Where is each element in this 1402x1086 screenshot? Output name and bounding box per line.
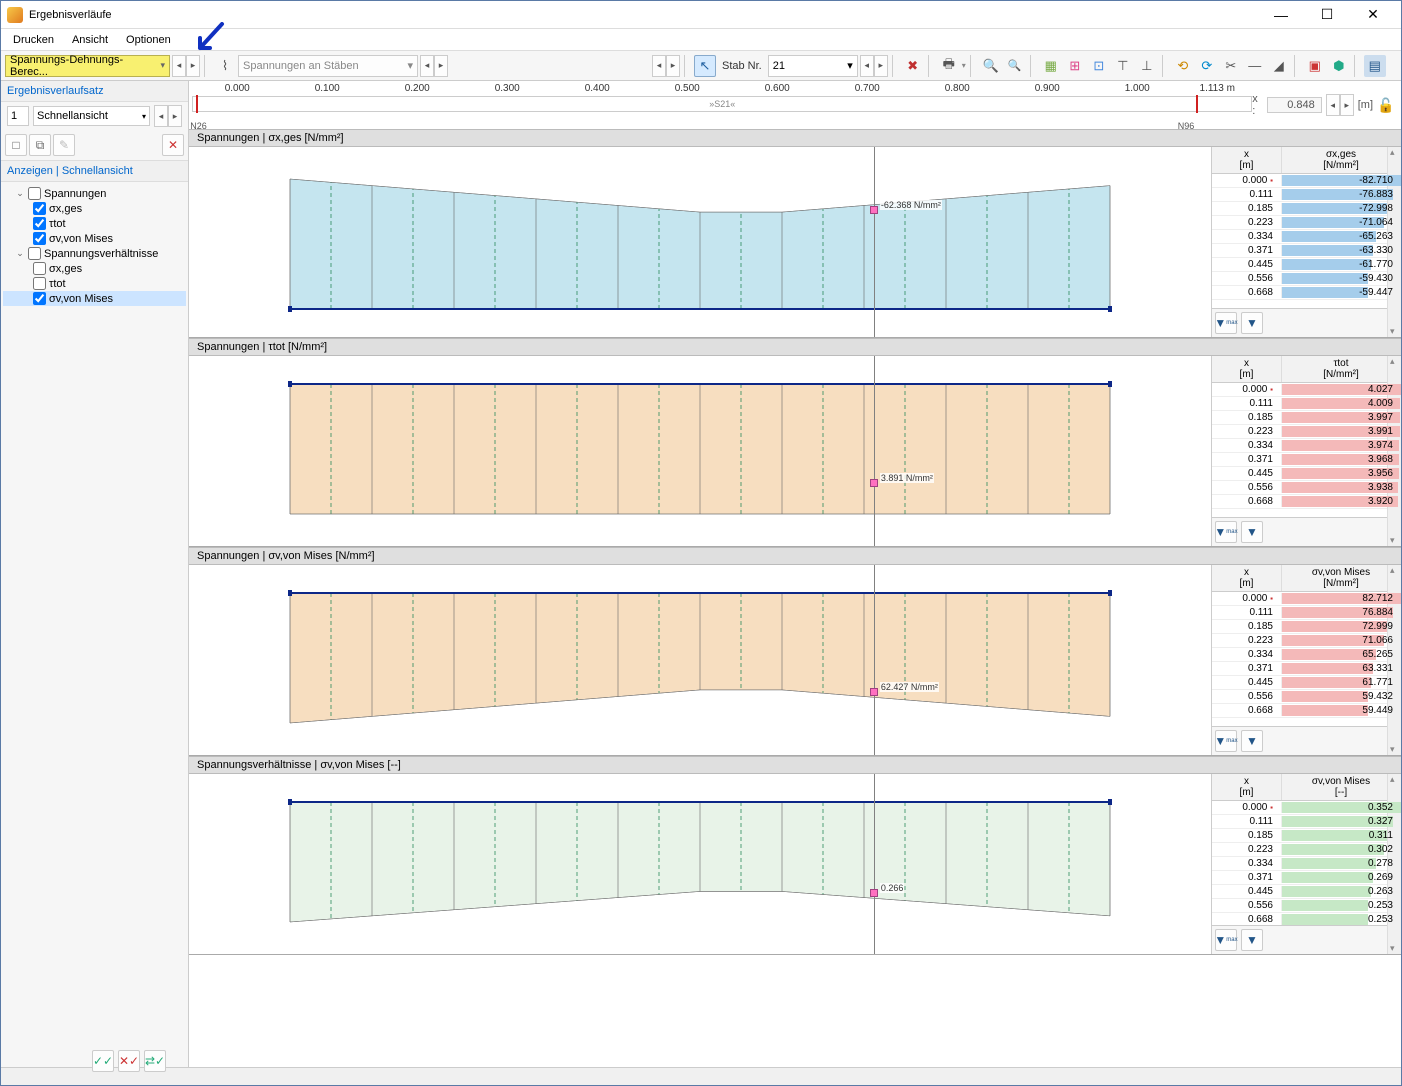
tool-13-icon[interactable]: ▤ (1364, 55, 1386, 77)
member-number-input[interactable]: 21▾ (768, 55, 858, 77)
main-toolbar: Spannungs-Dehnungs-Berec...▾ ◂▸ ⌇ Spannu… (1, 51, 1401, 81)
nav-prev1[interactable]: ◂ (172, 55, 186, 77)
tree-node[interactable]: ⌄ Spannungen (3, 186, 186, 201)
max-button[interactable]: ▼max (1215, 929, 1237, 951)
set-prev[interactable]: ◂ (154, 105, 168, 127)
tool-4-icon[interactable]: ⊤ (1112, 55, 1134, 77)
tool-9-icon[interactable]: — (1244, 55, 1266, 77)
data-table: x[m]σx,ges[N/mm²]0.000 ▪-82.7100.111-76.… (1211, 147, 1401, 337)
tree-node[interactable]: ⌄ Spannungsverhältnisse (3, 246, 186, 261)
chart[interactable]: 0.266 (189, 774, 1211, 954)
chart[interactable]: 3.891 N/mm² (189, 356, 1211, 546)
max-button[interactable]: ▼max (1215, 521, 1237, 543)
cx-prev[interactable]: ◂ (1326, 94, 1340, 116)
tool-11-icon[interactable]: ▣ (1304, 55, 1326, 77)
zoom-in-icon[interactable]: 🔍 (980, 55, 1002, 77)
data-table: x[m]σv,von Mises[N/mm²]0.000 ▪82.7120.11… (1211, 565, 1401, 755)
tool-6-icon[interactable]: ⟲ (1172, 55, 1194, 77)
panel-header: Spannungsverhältnisse | σv,von Mises [--… (189, 756, 1401, 774)
addon-combo[interactable]: Spannungs-Dehnungs-Berec...▾ (5, 55, 170, 77)
btm-1[interactable]: ✓✓ (92, 1050, 114, 1072)
nav-next2[interactable]: ▸ (434, 55, 448, 77)
set-number[interactable]: 1 (7, 106, 29, 126)
max-button[interactable]: ▼max (1215, 730, 1237, 752)
result-type-combo[interactable]: Spannungen an Stäben▾ (238, 55, 418, 77)
cx-next[interactable]: ▸ (1340, 94, 1354, 116)
content-area: 0.0000.1000.2000.3000.4000.5000.6000.700… (189, 81, 1401, 1067)
menu-drucken[interactable]: Drucken (5, 32, 62, 48)
btm-3[interactable]: ⇄✓ (144, 1050, 166, 1072)
close-button[interactable]: ✕ (1351, 2, 1395, 28)
panel-header: Spannungen | σx,ges [N/mm²] (189, 129, 1401, 147)
chart[interactable]: 62.427 N/mm² (189, 565, 1211, 755)
stab-label: Stab Nr. (718, 60, 766, 72)
zoom-out-icon[interactable]: 🔍 (1004, 55, 1026, 77)
panel-header: Spannungen | τtot [N/mm²] (189, 338, 1401, 356)
min-button[interactable]: — (1259, 2, 1303, 28)
tool-12-icon[interactable]: ⬢ (1328, 55, 1350, 77)
delete-icon[interactable]: ✖ (902, 55, 924, 77)
sbtn-edit[interactable]: ✎ (53, 134, 75, 156)
data-table: x[m]τtot[N/mm²]0.000 ▪4.0270.1114.0090.1… (1211, 356, 1401, 546)
sidebar: Ergebnisverlaufsatz 1 Schnellansicht▾ ◂▸… (1, 81, 189, 1067)
tool-5-icon[interactable]: ⊥ (1136, 55, 1158, 77)
tool-8-icon[interactable]: ✂ (1220, 55, 1242, 77)
app-icon (7, 7, 23, 23)
nav-prev4[interactable]: ◂ (860, 55, 874, 77)
tool-10-icon[interactable]: ◢ (1268, 55, 1290, 77)
sidebar-header-1: Ergebnisverlaufsatz (1, 81, 188, 102)
window-title: Ergebnisverläufe (29, 9, 112, 21)
max-button[interactable]: ☐ (1305, 2, 1349, 28)
cursor-x-value: 0.848 (1267, 97, 1322, 113)
tool-3-icon[interactable]: ⊡ (1088, 55, 1110, 77)
tool-2-icon[interactable]: ⊞ (1064, 55, 1086, 77)
max-button[interactable]: ▼max (1215, 312, 1237, 334)
filter-button[interactable]: ▼ (1241, 730, 1263, 752)
nav-next3[interactable]: ▸ (666, 55, 680, 77)
data-table: x[m]σv,von Mises[--]0.000 ▪0.3520.1110.3… (1211, 774, 1401, 954)
sbtn-delete[interactable]: ✕ (162, 134, 184, 156)
nav-next4[interactable]: ▸ (874, 55, 888, 77)
tree-leaf[interactable]: σv,von Mises (3, 291, 186, 306)
tree-leaf[interactable]: σv,von Mises (3, 231, 186, 246)
filter-button[interactable]: ▼ (1241, 312, 1263, 334)
btm-2[interactable]: ✕✓ (118, 1050, 140, 1072)
nav-next1[interactable]: ▸ (186, 55, 200, 77)
sbtn-new[interactable]: □ (5, 134, 27, 156)
menubar: Drucken Ansicht Optionen (1, 29, 1401, 51)
lock-icon[interactable]: 🔓 (1377, 97, 1393, 113)
chart[interactable]: -62.368 N/mm² (189, 147, 1211, 337)
panel-header: Spannungen | σv,von Mises [N/mm²] (189, 547, 1401, 565)
tree-leaf[interactable]: σx,ges (3, 261, 186, 276)
set-name[interactable]: Schnellansicht▾ (33, 106, 150, 126)
menu-ansicht[interactable]: Ansicht (64, 32, 116, 48)
sidebar-header-2: Anzeigen | Schnellansicht (1, 161, 188, 182)
menu-optionen[interactable]: Optionen (118, 32, 179, 48)
nav-prev3[interactable]: ◂ (652, 55, 666, 77)
status-bar (1, 1067, 1401, 1085)
tree-leaf[interactable]: τtot (3, 216, 186, 231)
tool-7-icon[interactable]: ⟳ (1196, 55, 1218, 77)
print-icon[interactable]: 🖶 (938, 55, 960, 77)
result-tree: ⌄ Spannungen σx,ges τtot σv,von Mises⌄ S… (1, 182, 188, 310)
filter-button[interactable]: ▼ (1241, 929, 1263, 951)
sbtn-copy[interactable]: ⧉ (29, 134, 51, 156)
filter-button[interactable]: ▼ (1241, 521, 1263, 543)
tool-1-icon[interactable]: ▦ (1040, 55, 1062, 77)
titlebar: Ergebnisverläufe — ☐ ✕ (1, 1, 1401, 29)
ruler: 0.0000.1000.2000.3000.4000.5000.6000.700… (189, 81, 1401, 129)
tree-leaf[interactable]: τtot (3, 276, 186, 291)
tree-leaf[interactable]: σx,ges (3, 201, 186, 216)
bottom-buttons: ✓✓ ✕✓ ⇄✓ (92, 1050, 166, 1072)
nav-prev2[interactable]: ◂ (420, 55, 434, 77)
beam-icon[interactable]: ⌇ (214, 55, 236, 77)
set-next[interactable]: ▸ (168, 105, 182, 127)
pick-icon[interactable]: ↖ (694, 55, 716, 77)
